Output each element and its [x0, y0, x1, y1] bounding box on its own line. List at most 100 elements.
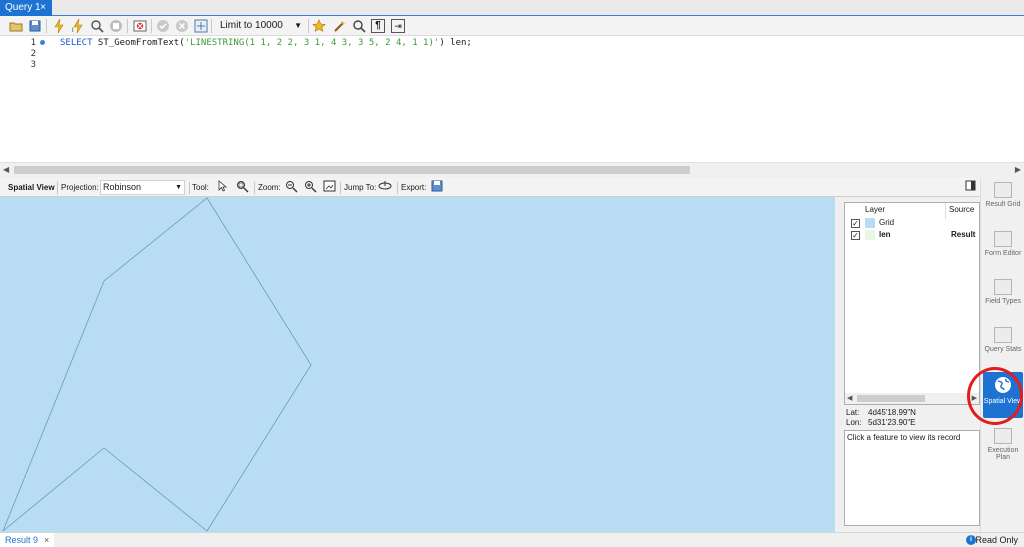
sql-editor[interactable]: 1 2 3 SELECT ST_GeomFromText('LINESTRING…	[0, 36, 1024, 162]
tab-result-9[interactable]: Result 9 ×	[0, 533, 55, 547]
toggle-error-stop-icon[interactable]	[132, 18, 148, 34]
form-editor-label: Form Editor	[984, 250, 1022, 257]
export-label: Export:	[401, 183, 427, 192]
latitude-readout: Lat: 4d45'18.99"N	[846, 408, 916, 417]
projection-select[interactable]: Robinson ▼	[100, 180, 185, 195]
latitude-value: 4d45'18.99"N	[868, 408, 916, 417]
find-icon[interactable]	[351, 18, 367, 34]
toolbar-divider	[340, 182, 341, 194]
column-divider	[945, 203, 946, 219]
autocommit-icon[interactable]	[193, 18, 209, 34]
code-line-1[interactable]: SELECT ST_GeomFromText('LINESTRING(1 1, …	[60, 38, 472, 48]
projection-label: Projection:	[61, 183, 99, 192]
toolbar-divider	[308, 19, 309, 33]
bookmark-icon[interactable]	[311, 18, 327, 34]
execution-plan-button[interactable]: Execution Plan	[983, 428, 1023, 461]
layer-color-swatch	[865, 230, 875, 240]
zoom-label: Zoom:	[258, 183, 281, 192]
result-tab-label: Result 9	[5, 535, 39, 545]
toolbar-divider	[397, 182, 398, 194]
chevron-down-icon: ▼	[294, 21, 302, 30]
limit-rows-dropdown[interactable]: Limit to 10000 rows ▼	[214, 18, 304, 47]
wrap-icon[interactable]: ⇥	[391, 19, 405, 33]
zoom-fit-icon[interactable]	[322, 180, 336, 194]
query-stats-button[interactable]: Query Stats	[983, 327, 1023, 353]
result-grid-label: Result Grid	[985, 201, 1021, 208]
beautify-icon[interactable]	[332, 18, 348, 34]
jump-to-icon[interactable]	[378, 180, 392, 194]
rollback-icon[interactable]	[174, 18, 190, 34]
layer-list: Layer Source ✓ Grid ✓ len Result ◀ ▶	[844, 202, 980, 405]
projection-value: Robinson	[103, 182, 142, 192]
save-icon[interactable]	[27, 18, 43, 34]
field-types-icon	[994, 279, 1012, 295]
explain-icon[interactable]	[89, 18, 105, 34]
result-grid-button[interactable]: Result Grid	[983, 182, 1023, 208]
execute-current-icon[interactable]: I	[70, 18, 86, 34]
execution-plan-icon	[994, 428, 1012, 444]
column-header-source: Source	[949, 205, 975, 214]
longitude-readout: Lon: 5d31'23.90"E	[846, 418, 916, 427]
toolbar-divider	[189, 182, 190, 194]
layer-name: Grid	[879, 218, 895, 227]
statement-marker-icon[interactable]	[40, 40, 45, 45]
open-folder-icon[interactable]	[8, 18, 24, 34]
stop-icon[interactable]	[108, 18, 124, 34]
highlight-circle	[967, 367, 1023, 425]
feature-record-panel: Click a feature to view its record	[844, 430, 980, 526]
spatial-view-toolbar: Spatial View Projection: Robinson ▼ Tool…	[0, 178, 980, 197]
line-number: 2	[30, 49, 36, 59]
toolbar-divider	[57, 182, 58, 194]
svg-text:I: I	[72, 28, 74, 33]
zoom-out-icon[interactable]	[284, 180, 298, 194]
toolbar-divider	[254, 182, 255, 194]
editor-horizontal-scrollbar[interactable]: ◀ ▶	[0, 162, 1024, 176]
pointer-tool-icon[interactable]	[216, 180, 230, 194]
execute-icon[interactable]	[51, 18, 67, 34]
toggle-layer-panel-icon[interactable]	[963, 180, 977, 194]
status-bar: Result 9 × i Read Only	[0, 532, 1024, 547]
line-number: 3	[30, 60, 36, 70]
longitude-label: Lon:	[846, 418, 862, 427]
invisible-chars-icon[interactable]: ¶	[371, 19, 385, 33]
chevron-down-icon: ▼	[175, 184, 182, 191]
code-keyword: SELECT	[60, 38, 93, 48]
spatial-map-canvas[interactable]	[0, 197, 835, 532]
toolbar-divider	[46, 19, 47, 33]
form-editor-button[interactable]: Form Editor	[983, 231, 1023, 257]
layer-color-swatch	[865, 218, 875, 228]
read-only-status: Read Only	[975, 535, 1018, 545]
commit-icon[interactable]	[155, 18, 171, 34]
layer-visibility-checkbox[interactable]: ✓	[851, 219, 860, 228]
close-tab-icon[interactable]: ×	[40, 0, 46, 16]
field-types-label: Field Types	[985, 298, 1021, 305]
spatial-view-title: Spatial View	[8, 183, 55, 192]
code-string: 'LINESTRING(1 1, 2 2, 3 1, 4 3, 3 5, 2 4…	[184, 38, 440, 48]
export-icon[interactable]	[430, 180, 444, 194]
toolbar-divider	[151, 19, 152, 33]
pan-tool-icon[interactable]	[235, 180, 249, 194]
longitude-value: 5d31'23.90"E	[868, 418, 916, 427]
scroll-left-icon[interactable]: ◀	[847, 393, 852, 404]
zoom-in-icon[interactable]	[303, 180, 317, 194]
toolbar-divider	[211, 19, 212, 33]
tab-query-1[interactable]: Query 1 ×	[0, 0, 52, 16]
close-tab-icon[interactable]: ×	[44, 535, 49, 545]
execution-plan-label: Execution Plan	[987, 447, 1019, 461]
code-function: ST_GeomFromText(	[92, 38, 185, 48]
tool-label: Tool:	[192, 183, 209, 192]
sql-editor-toolbar: I Limit to 10000 rows ▼ ¶ ⇥	[0, 16, 1024, 47]
result-grid-icon	[994, 182, 1012, 198]
column-header-layer: Layer	[865, 205, 886, 214]
query-tab-bar: Query 1 ×	[0, 0, 1024, 16]
scrollbar-thumb[interactable]	[14, 166, 690, 174]
layer-horizontal-scrollbar[interactable]: ◀ ▶	[845, 393, 979, 404]
scrollbar-thumb[interactable]	[857, 395, 925, 402]
layer-source: Result	[951, 230, 976, 239]
form-editor-icon	[994, 231, 1012, 247]
scroll-left-icon[interactable]: ◀	[3, 163, 9, 177]
line-number: 1	[30, 38, 36, 48]
layer-visibility-checkbox[interactable]: ✓	[851, 231, 860, 240]
field-types-button[interactable]: Field Types	[983, 279, 1023, 305]
scroll-right-icon[interactable]: ▶	[1015, 163, 1021, 177]
